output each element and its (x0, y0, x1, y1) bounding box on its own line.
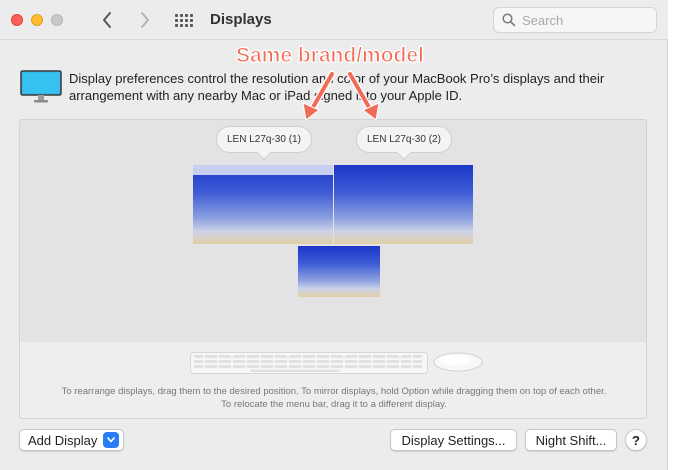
forward-button[interactable] (135, 9, 155, 31)
builtin-display-thumbnail[interactable] (298, 246, 380, 297)
chevron-left-icon (103, 12, 111, 28)
help-button[interactable]: ? (625, 429, 647, 451)
display-2-name: LEN L27q-30 (2) (367, 134, 441, 145)
annotation-label: Same brand/model (236, 44, 425, 68)
menu-bar-indicator[interactable] (193, 165, 333, 175)
displays-description: Display preferences control the resoluti… (69, 71, 605, 103)
displays-monitor-icon (20, 70, 62, 103)
system-preferences-window: Displays Display preferences control the… (0, 0, 668, 470)
back-button[interactable] (97, 9, 117, 31)
add-display-label: Add Display (28, 432, 98, 448)
search-icon (502, 13, 516, 27)
night-shift-button[interactable]: Night Shift... (525, 429, 617, 451)
close-window-icon[interactable] (11, 14, 23, 26)
window-title: Displays (210, 11, 272, 28)
display-1-name: LEN L27q-30 (1) (227, 134, 301, 145)
minimize-window-icon[interactable] (31, 14, 43, 26)
chevron-down-icon (103, 432, 119, 448)
display-arrangement-area: LEN L27q-30 (1) LEN L27q-30 (2) To rearr… (19, 119, 647, 419)
add-display-popup-button[interactable]: Add Display (19, 429, 124, 451)
display-1-label: LEN L27q-30 (1) (216, 126, 312, 161)
search-input[interactable] (522, 12, 650, 28)
display-settings-button[interactable]: Display Settings... (390, 429, 517, 451)
mouse-icon (433, 352, 483, 372)
search-field[interactable] (493, 7, 657, 33)
display-2-thumbnail[interactable] (334, 165, 473, 244)
zoom-window-icon[interactable] (51, 14, 63, 26)
display-1-thumbnail[interactable] (193, 165, 333, 244)
display-2-label: LEN L27q-30 (2) (356, 126, 452, 161)
chevron-right-icon (141, 12, 149, 28)
keyboard-icon (190, 352, 428, 374)
title-bar: Displays (0, 0, 668, 40)
show-all-grid-icon[interactable] (174, 11, 194, 29)
arrangement-hint: To rearrange displays, drag them to the … (61, 386, 607, 410)
